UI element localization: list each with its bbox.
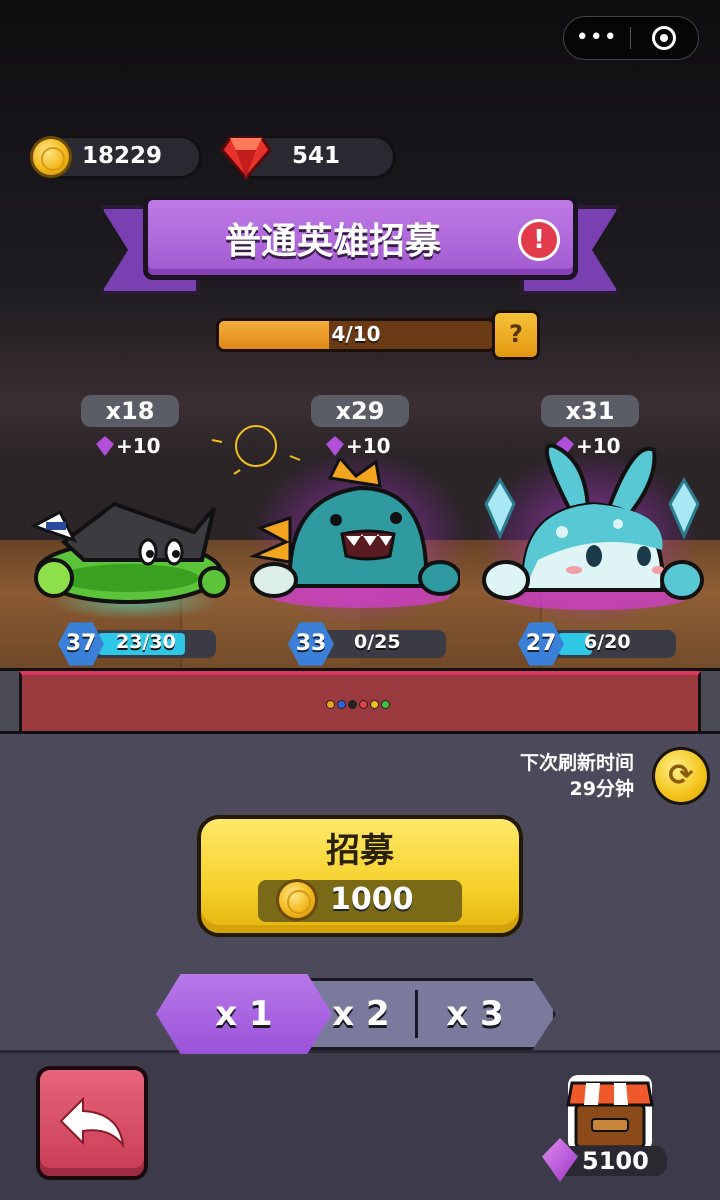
refresh-timer: 下次刷新时间 29分钟: [520, 750, 634, 802]
target-icon: [652, 26, 677, 50]
page-title: 普通英雄招募: [224, 221, 441, 262]
page-dot: [337, 700, 346, 709]
gem-amount: 541: [292, 143, 341, 169]
hero-bonus-value-1: +10: [116, 434, 161, 458]
page-dot: [381, 700, 390, 709]
tab-divider: [415, 990, 418, 1038]
more-dots-icon: •••: [575, 25, 618, 50]
hero-count-1: x18: [81, 395, 179, 427]
ruby-icon: [220, 136, 272, 180]
back-button[interactable]: [36, 1066, 148, 1180]
shop-icon[interactable]: [564, 1073, 656, 1153]
hero-bonus-1: +10: [96, 433, 176, 459]
refresh-time-remaining: 29分钟: [569, 778, 634, 800]
tab-x3[interactable]: x 3: [420, 994, 530, 1034]
capsule-menu: •••: [563, 16, 699, 60]
hero-slime-ninja[interactable]: [24, 490, 234, 610]
shop-gem-amount: 5100: [582, 1147, 649, 1175]
refresh-label: 下次刷新时间: [519, 752, 634, 774]
hero-crystal-bunny[interactable]: [478, 440, 708, 620]
coin-icon: [30, 136, 72, 178]
recruit-cost: 1000: [330, 882, 414, 917]
page-dot: [326, 700, 335, 709]
back-arrow-icon: [59, 1096, 125, 1149]
coin-icon: [276, 879, 318, 921]
refresh-button[interactable]: ⟳: [652, 747, 710, 805]
gem-icon: [96, 436, 114, 456]
page-dot: [370, 700, 379, 709]
hero-shards-1: 23/30: [116, 631, 176, 653]
tab-x1[interactable]: x 1: [189, 994, 299, 1034]
alert-icon[interactable]: !: [518, 219, 560, 261]
gem-icon: [326, 436, 344, 456]
page-indicator: [326, 700, 390, 709]
help-button[interactable]: ?: [492, 310, 540, 360]
refresh-icon: ⟳: [668, 758, 694, 793]
coin-amount: 18229: [82, 143, 163, 169]
hero-count-2: x29: [311, 395, 409, 427]
hero-spiky-dino[interactable]: [250, 458, 460, 618]
recruit-progress-label: 4/10: [331, 322, 381, 346]
page-dot: [359, 700, 368, 709]
hero-count-3: x31: [541, 395, 639, 427]
hero-shards-2: 0/25: [354, 631, 401, 653]
tab-x2[interactable]: x 2: [306, 994, 416, 1034]
hero-bonus-2: +10: [326, 433, 406, 459]
page-dot: [348, 700, 357, 709]
hero-bonus-value-2: +10: [346, 434, 391, 458]
more-menu-button[interactable]: •••: [564, 25, 630, 50]
close-miniprogram-button[interactable]: [631, 26, 699, 50]
hero-shards-3: 6/20: [584, 631, 631, 653]
recruit-button-label: 招募: [326, 831, 394, 871]
